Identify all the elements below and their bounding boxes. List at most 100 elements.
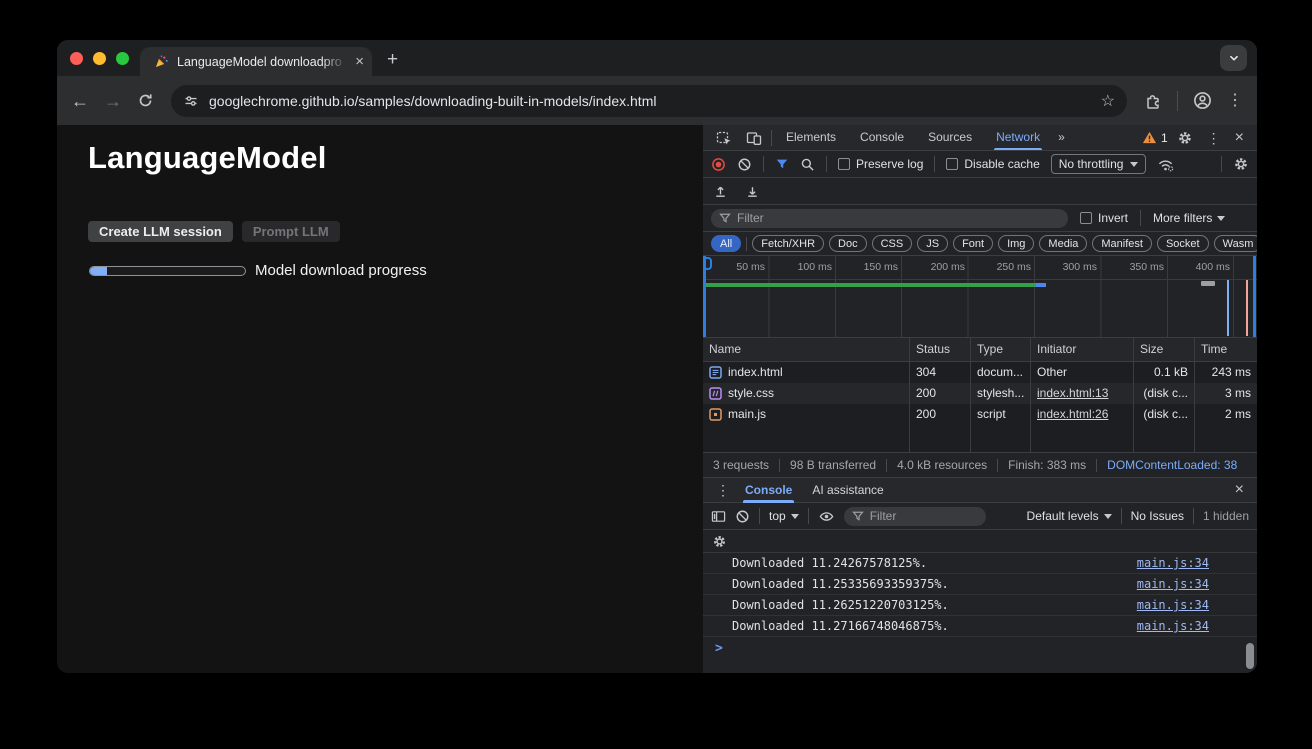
device-toolbar-button[interactable] (741, 130, 767, 146)
browser-tab[interactable]: LanguageModel downloadpro × (140, 47, 372, 76)
col-size[interactable]: Size (1134, 338, 1195, 361)
chip-media[interactable]: Media (1039, 235, 1087, 252)
window-close-button[interactable] (70, 52, 83, 65)
more-tabs-button[interactable]: » (1054, 125, 1068, 150)
chip-font[interactable]: Font (953, 235, 993, 252)
table-row[interactable]: main.js 200 script index.html:26 (disk c… (703, 404, 1257, 425)
reload-button[interactable] (137, 92, 154, 109)
inspect-element-button[interactable] (711, 130, 737, 146)
chip-js[interactable]: JS (917, 235, 948, 252)
chip-img[interactable]: Img (998, 235, 1034, 252)
create-llm-session-button[interactable]: Create LLM session (88, 221, 233, 242)
clear-console-button[interactable] (735, 509, 750, 524)
col-type[interactable]: Type (971, 338, 1031, 361)
source-link[interactable]: main.js:34 (1137, 556, 1209, 570)
more-filters-dropdown[interactable]: More filters (1153, 211, 1225, 225)
console-filter-input[interactable]: Filter (844, 507, 986, 526)
address-bar[interactable]: googlechrome.github.io/samples/downloadi… (171, 85, 1127, 117)
clear-network-log-button[interactable] (737, 157, 752, 172)
chip-all[interactable]: All (711, 235, 741, 252)
invert-checkbox[interactable]: Invert (1080, 211, 1128, 225)
console-sidebar-icon[interactable] (711, 509, 726, 524)
col-name[interactable]: Name (703, 338, 910, 361)
col-status[interactable]: Status (910, 338, 971, 361)
table-row[interactable]: style.css 200 stylesh... index.html:13 (… (703, 383, 1257, 404)
stylesheet-file-icon (709, 387, 722, 400)
search-network-button[interactable] (800, 157, 815, 172)
party-popper-favicon (154, 54, 169, 69)
tab-console[interactable]: Console (850, 125, 914, 150)
console-settings-gear-icon[interactable] (712, 534, 727, 549)
record-network-log-button[interactable] (711, 157, 726, 172)
log-levels-dropdown[interactable]: Default levels (1027, 509, 1112, 523)
browser-menu-icon[interactable]: ⋮ (1227, 93, 1243, 109)
filter-funnel-button[interactable] (775, 157, 789, 171)
source-link[interactable]: main.js:34 (1137, 619, 1209, 633)
preserve-log-checkbox[interactable]: Preserve log (838, 157, 923, 171)
tab-search-button[interactable] (1220, 45, 1247, 71)
hidden-messages-count[interactable]: 1 hidden (1203, 509, 1249, 523)
source-link[interactable]: main.js:34 (1137, 598, 1209, 612)
col-time[interactable]: Time (1195, 338, 1257, 361)
network-conditions-icon[interactable] (1157, 157, 1174, 172)
chip-wasm[interactable]: Wasm (1214, 235, 1257, 252)
back-button[interactable]: ← (71, 92, 89, 110)
disable-cache-checkbox[interactable]: Disable cache (946, 157, 1039, 171)
progress-row: Model download progress (89, 262, 427, 279)
overview-right-handle[interactable] (1253, 256, 1256, 337)
warning-badge[interactable]: 1 (1142, 130, 1168, 145)
devtools-close-button[interactable]: × (1230, 130, 1249, 146)
import-har-icon[interactable] (713, 184, 728, 199)
chip-fetch-xhr[interactable]: Fetch/XHR (752, 235, 824, 252)
chip-manifest[interactable]: Manifest (1092, 235, 1152, 252)
request-size: (disk c... (1134, 383, 1195, 404)
console-prompt[interactable]: > (703, 637, 1257, 659)
prompt-llm-button[interactable]: Prompt LLM (242, 221, 340, 242)
bookmark-star-icon[interactable]: ☆ (1101, 91, 1115, 111)
chip-doc[interactable]: Doc (829, 235, 867, 252)
chip-css[interactable]: CSS (872, 235, 913, 252)
window-zoom-button[interactable] (116, 52, 129, 65)
chip-socket[interactable]: Socket (1157, 235, 1209, 252)
initiator-link[interactable]: index.html:26 (1037, 407, 1108, 421)
issues-counter[interactable]: No Issues (1131, 509, 1184, 523)
devtools-settings-button[interactable] (1172, 130, 1198, 146)
source-link[interactable]: main.js:34 (1137, 577, 1209, 591)
drawer-menu-icon[interactable]: ⋮ (711, 483, 735, 497)
request-time: 2 ms (1195, 404, 1257, 425)
tab-elements[interactable]: Elements (776, 125, 846, 150)
drawer-close-button[interactable]: × (1230, 482, 1249, 498)
invert-label: Invert (1098, 211, 1128, 225)
overview-left-handle[interactable] (703, 256, 706, 337)
initiator-link[interactable]: index.html:13 (1037, 386, 1108, 400)
message-text: Downloaded 11.27166748046875%. (732, 619, 1137, 633)
drawer-tab-ai-assistance[interactable]: AI assistance (802, 478, 893, 503)
network-filter-input[interactable]: Filter (711, 209, 1068, 228)
throttling-select[interactable]: No throttling (1051, 154, 1147, 174)
caret-down-icon (791, 514, 799, 519)
drawer-tab-console[interactable]: Console (735, 478, 802, 503)
forward-button[interactable]: → (104, 92, 122, 110)
tab-sources[interactable]: Sources (918, 125, 982, 150)
table-row[interactable]: index.html 304 docum... Other 0.1 kB 243… (703, 362, 1257, 383)
request-size: (disk c... (1134, 404, 1195, 425)
scrollbar-thumb[interactable] (1246, 643, 1254, 669)
live-expression-eye-icon[interactable] (818, 509, 835, 524)
network-overview-timeline[interactable]: 50 ms 100 ms 150 ms 200 ms 250 ms 300 ms… (703, 256, 1257, 338)
new-tab-button[interactable]: + (387, 49, 398, 71)
extensions-puzzle-icon[interactable] (1144, 92, 1162, 110)
context-selector[interactable]: top (769, 509, 799, 523)
devtools-menu-icon[interactable]: ⋮ (1202, 131, 1226, 145)
site-settings-icon[interactable] (183, 93, 199, 109)
tick-50ms: 50 ms (705, 261, 765, 273)
export-har-icon[interactable] (745, 184, 760, 199)
network-settings-gear-icon[interactable] (1233, 156, 1249, 172)
profile-avatar-icon[interactable] (1193, 91, 1212, 110)
window-minimize-button[interactable] (93, 52, 106, 65)
tab-close-icon[interactable]: × (355, 54, 364, 69)
col-initiator[interactable]: Initiator (1031, 338, 1134, 361)
warning-triangle-icon (1142, 130, 1157, 145)
request-type: docum... (971, 362, 1031, 383)
request-initiator: Other (1031, 362, 1134, 383)
tab-network[interactable]: Network (986, 125, 1050, 150)
